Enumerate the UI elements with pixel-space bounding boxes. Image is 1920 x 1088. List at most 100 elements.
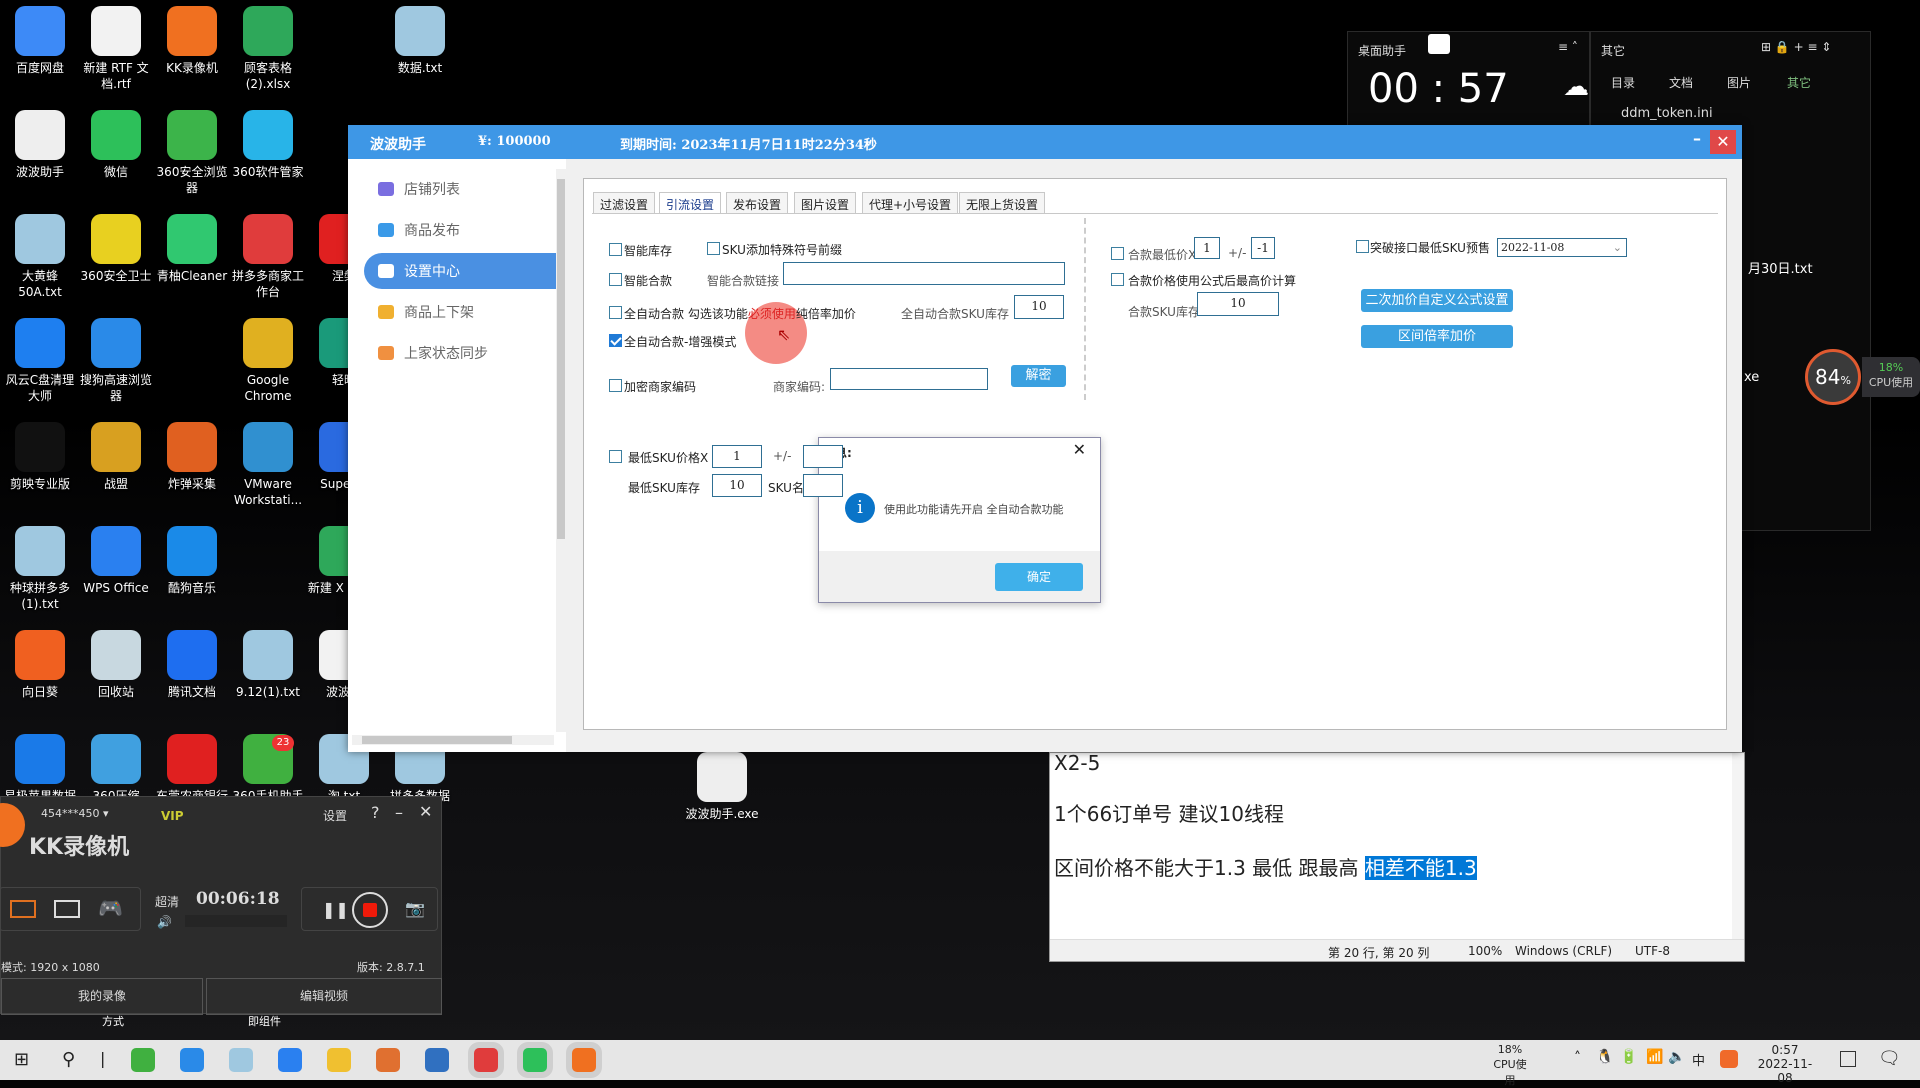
desktop-icon[interactable]: 大黄蜂 50A.txt [0, 214, 80, 300]
taskbar-app-icon[interactable] [278, 1048, 302, 1072]
sogou-input-icon[interactable] [1720, 1050, 1738, 1068]
break-min-sku-checkbox[interactable] [1356, 240, 1369, 253]
help-button[interactable]: ? [371, 803, 380, 822]
fullscreen-mode-icon[interactable] [10, 900, 36, 918]
range-ratio-button[interactable]: 区间倍率加价 [1361, 325, 1513, 348]
decrypt-button[interactable]: 解密 [1011, 365, 1066, 387]
ok-button[interactable]: 确定 [995, 563, 1083, 591]
desktop-icon[interactable]: 360软件管家 [228, 110, 308, 180]
taskbar-app-icon[interactable] [572, 1048, 596, 1072]
game-mode-icon[interactable]: 🎮 [98, 896, 123, 920]
smart-merge-link-input[interactable] [783, 262, 1065, 285]
taskbar-app-icon[interactable] [474, 1048, 498, 1072]
settings-button[interactable]: 设置 [323, 807, 347, 824]
desktop-icon[interactable]: 种球拼多多 (1).txt [0, 526, 80, 612]
desktop-icon[interactable]: 360安全浏览器 [152, 110, 232, 196]
merge-min-price-multiplier[interactable]: 1 [1194, 237, 1220, 259]
sidebar-item[interactable]: 商品上下架 [364, 294, 556, 330]
auto-merge-enhanced-checkbox[interactable] [609, 334, 622, 347]
desktop-icon[interactable]: 腾讯文档 [152, 630, 232, 700]
my-recordings-button[interactable]: 我的录像 [1, 978, 203, 1015]
desktop-icon[interactable]: 拼多多商家工作台 [228, 214, 308, 300]
battery-icon[interactable]: 🔋 [1620, 1049, 1637, 1065]
taskbar-app-icon[interactable] [523, 1048, 547, 1072]
sidebar-item[interactable]: 商品发布 [364, 212, 556, 248]
auto-merge-sku-stock-input[interactable]: 10 [1014, 295, 1064, 319]
desktop-icon[interactable]: VMware Workstati... [228, 422, 308, 508]
volume-icon[interactable]: 🔈 [1668, 1049, 1685, 1065]
encrypt-code-checkbox[interactable] [609, 379, 622, 392]
show-hidden-icons-chevron-icon[interactable]: ˄ [1574, 1050, 1581, 1066]
desktop-icon[interactable]: 数据.txt [380, 6, 460, 76]
settings-tab[interactable]: 过滤设置 [593, 192, 656, 214]
desktop-icon[interactable]: 波波助手 [0, 110, 80, 180]
desktop-icon[interactable]: 炸弹采集 [152, 422, 232, 492]
taskbar-app-icon[interactable] [180, 1048, 204, 1072]
desktop-icon[interactable]: 向日葵 [0, 630, 80, 700]
settings-tab[interactable]: 引流设置 [659, 192, 722, 214]
title-bar[interactable]: 波波助手 ¥: 100000 到期时间: 2023年11月7日11时22分34秒… [348, 125, 1742, 159]
merge-sku-stock-input[interactable]: 10 [1197, 292, 1279, 316]
custom-formula-button[interactable]: 二次加价自定义公式设置 [1361, 289, 1513, 312]
desktop-icon[interactable]: 360压缩 [76, 734, 156, 804]
merge-min-price-offset[interactable]: -1 [1251, 237, 1275, 259]
desktop-file-label[interactable]: 月30日.txt [1748, 258, 1813, 277]
sidebar-item[interactable]: 上家状态同步 [364, 335, 556, 371]
stop-button[interactable] [352, 892, 388, 928]
settings-tab[interactable]: 发布设置 [726, 192, 789, 214]
desktop-icon[interactable]: 东莞农商银行 [152, 734, 232, 804]
clock[interactable]: 0:57 2022-11-08 [1752, 1043, 1818, 1085]
desktop-icon[interactable]: KK录像机 [152, 6, 232, 76]
presale-date-picker[interactable]: 2022-11-08 ⌄ [1497, 238, 1627, 257]
taskbar-app-icon[interactable] [229, 1048, 253, 1072]
close-icon[interactable]: ✕ [1073, 440, 1086, 459]
widget-tab-active[interactable]: 其它 [1787, 74, 1811, 91]
smart-stock-checkbox[interactable] [609, 243, 622, 256]
settings-tab[interactable]: 代理+小号设置 [862, 192, 959, 214]
desktop-icon[interactable]: 搜狗高速浏览器 [76, 318, 156, 404]
desktop-icon[interactable]: Google Chrome [228, 318, 308, 404]
widget-tab[interactable]: 文档 [1669, 74, 1693, 91]
minimize-button[interactable]: – [1686, 129, 1708, 155]
desktop-icon[interactable]: 风云C盘清理大师 [0, 318, 80, 404]
merge-formula-max-checkbox[interactable] [1111, 273, 1124, 286]
desktop-icon[interactable]: 青柚Cleaner [152, 214, 232, 284]
settings-tab[interactable]: 无限上货设置 [959, 192, 1046, 214]
auto-merge-checkbox[interactable] [609, 306, 622, 319]
taskbar-app-icon[interactable] [376, 1048, 400, 1072]
min-sku-stock-input[interactable]: 10 [712, 474, 762, 497]
notification-center-icon[interactable]: 🗨 [1878, 1048, 1901, 1069]
min-sku-price-multiplier[interactable]: 1 [712, 445, 762, 468]
sidebar-item[interactable]: 店铺列表 [364, 171, 556, 207]
sidebar-horizontal-scrollbar[interactable] [352, 735, 554, 745]
sku-name-input[interactable] [803, 474, 843, 497]
desktop-icon[interactable]: 易极苹果数据 [0, 734, 80, 804]
merchant-code-input[interactable] [830, 368, 988, 390]
desktop-icon[interactable]: WPS Office [76, 526, 156, 596]
memory-gauge[interactable]: 84% [1805, 349, 1861, 405]
widget-tab[interactable]: 目录 [1611, 74, 1635, 91]
taskbar-app-icon[interactable] [425, 1048, 449, 1072]
desktop-icon[interactable]: 360手机助手 [228, 734, 308, 804]
search-icon[interactable]: ⚲ [62, 1049, 75, 1070]
desktop-icon[interactable]: 波波助手.exe [682, 752, 762, 822]
desktop-icon[interactable]: 酷狗音乐 [152, 526, 232, 596]
widget-tab[interactable]: 图片 [1727, 74, 1751, 91]
min-sku-price-offset[interactable] [803, 445, 843, 468]
vertical-scrollbar[interactable] [1732, 753, 1744, 941]
desktop-icon[interactable]: 战盟 [76, 422, 156, 492]
desktop-icon[interactable]: 顾客表格 (2).xlsx [228, 6, 308, 92]
start-windows-icon[interactable]: ⊞ [14, 1049, 29, 1070]
wifi-icon[interactable]: 📶 [1646, 1049, 1663, 1065]
chevron-down-icon[interactable]: ⌄ [1613, 239, 1622, 256]
taskbar-app-icon[interactable] [327, 1048, 351, 1072]
merge-min-price-checkbox[interactable] [1111, 247, 1124, 260]
min-sku-price-checkbox[interactable] [609, 450, 622, 463]
desktop-icon[interactable]: 回收站 [76, 630, 156, 700]
task-view-icon[interactable]: | [100, 1049, 105, 1068]
camera-icon[interactable]: 📷 [405, 899, 425, 918]
desktop-icon[interactable]: 微信 [76, 110, 156, 180]
pause-icon[interactable]: ❚❚ [322, 900, 349, 919]
sku-prefix-checkbox[interactable] [707, 242, 720, 255]
menu-icon[interactable]: ≡ ˄ [1558, 40, 1578, 54]
